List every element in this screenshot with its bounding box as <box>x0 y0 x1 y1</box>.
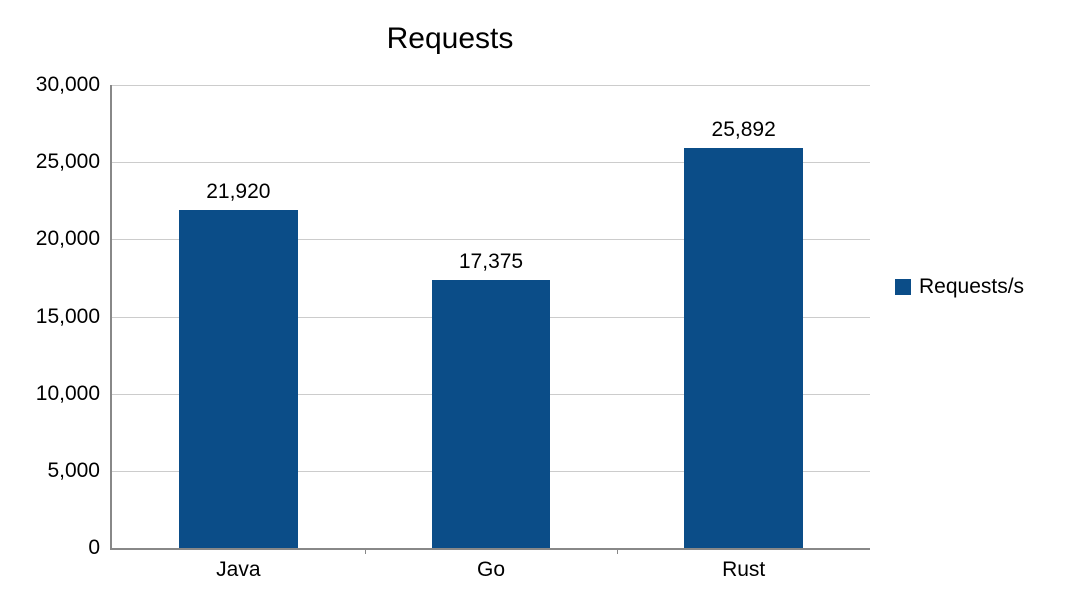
y-tick-label: 20,000 <box>36 227 100 251</box>
gridline <box>112 85 870 86</box>
legend-swatch <box>895 279 911 295</box>
bar-value-label: 25,892 <box>712 118 776 142</box>
y-tick-label: 0 <box>88 536 100 560</box>
y-tick-label: 5,000 <box>47 459 100 483</box>
plot-area: 05,00010,00015,00020,00025,00030,00021,9… <box>110 85 870 550</box>
y-tick-label: 25,000 <box>36 150 100 174</box>
chart-title: Requests <box>0 22 900 56</box>
x-tick-mark <box>617 548 618 554</box>
legend-label: Requests/s <box>919 275 1024 299</box>
x-tick-label: Rust <box>722 558 765 582</box>
bar-java <box>179 210 298 548</box>
bar-value-label: 17,375 <box>459 250 523 274</box>
legend: Requests/s <box>895 275 1024 299</box>
y-tick-label: 10,000 <box>36 382 100 406</box>
y-tick-label: 30,000 <box>36 73 100 97</box>
bar-value-label: 21,920 <box>206 180 270 204</box>
x-tick-mark <box>365 548 366 554</box>
bar-rust <box>684 148 803 548</box>
x-tick-label: Java <box>216 558 260 582</box>
chart-container: Requests 05,00010,00015,00020,00025,0003… <box>0 0 1080 608</box>
bar-go <box>432 280 551 548</box>
y-tick-label: 15,000 <box>36 305 100 329</box>
x-tick-label: Go <box>477 558 505 582</box>
